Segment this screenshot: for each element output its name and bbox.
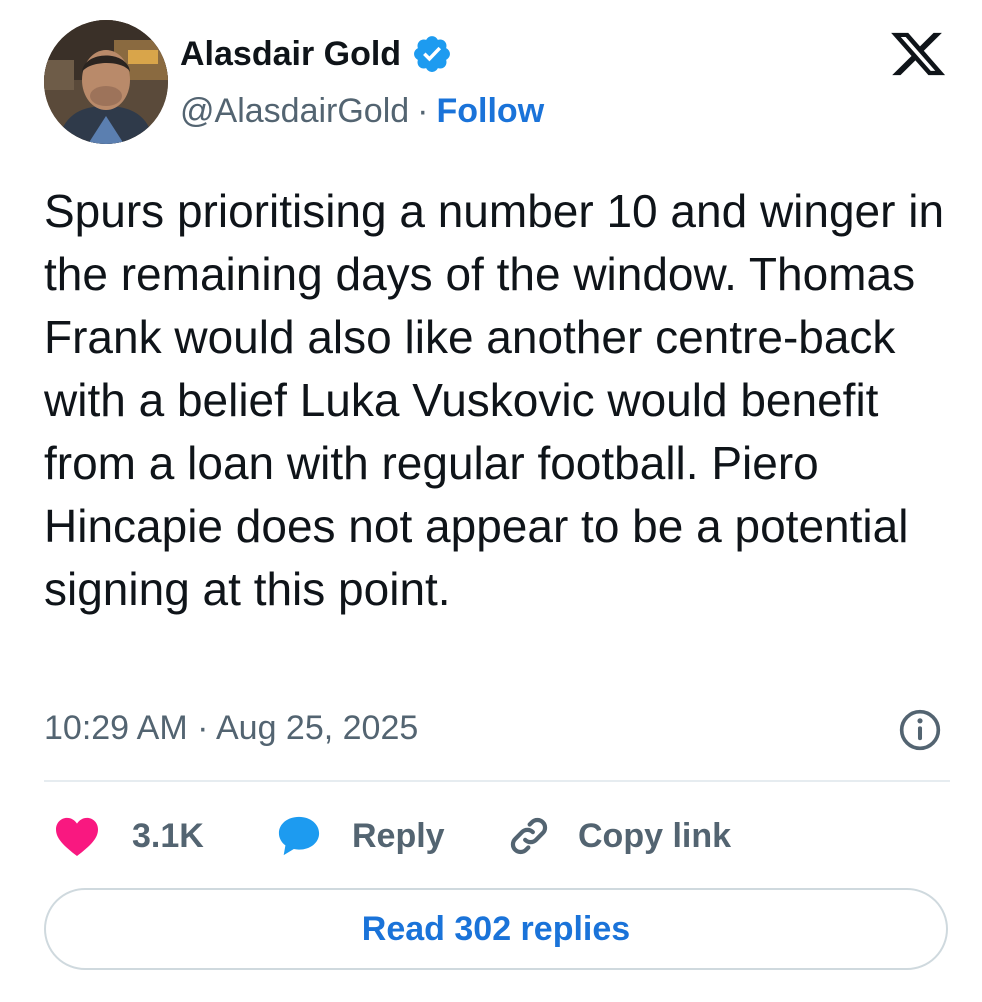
action-bar: 3.1K Reply Copy link [44,806,950,866]
reply-label: Reply [352,816,445,855]
tweet-timestamp[interactable]: 10:29 AM · Aug 25, 2025 [44,704,418,752]
like-button[interactable]: 3.1K [54,806,204,866]
divider [44,780,950,782]
author-handle[interactable]: @AlasdairGold [180,92,409,130]
likes-count: 3.1K [132,816,204,855]
x-logo-icon[interactable] [888,28,948,80]
avatar[interactable] [44,20,168,144]
heart-icon [56,817,98,857]
author-name-text[interactable]: Alasdair Gold [180,30,401,78]
read-replies-label: Read 302 replies [361,909,631,948]
copy-link-button[interactable]: Copy link [506,806,731,866]
avatar-photo [44,20,168,144]
speech-bubble-icon [278,816,320,856]
read-replies-button[interactable]: Read 302 replies [44,888,948,970]
copy-link-label: Copy link [578,816,732,855]
info-icon[interactable] [898,708,942,752]
verified-badge-icon [414,36,450,72]
link-icon [510,817,548,855]
handle-row: @AlasdairGold · Follow [180,87,544,135]
embedded-tweet-card: Alasdair Gold @AlasdairGold · Follow Spurs… [0,0,982,1002]
follow-link[interactable]: Follow [437,92,545,130]
tweet-text: Spurs prioritising a number 10 and winge… [44,185,945,615]
handle-separator: · [417,92,429,130]
reply-button[interactable]: Reply [276,806,445,866]
author-name[interactable]: Alasdair Gold [180,30,453,78]
